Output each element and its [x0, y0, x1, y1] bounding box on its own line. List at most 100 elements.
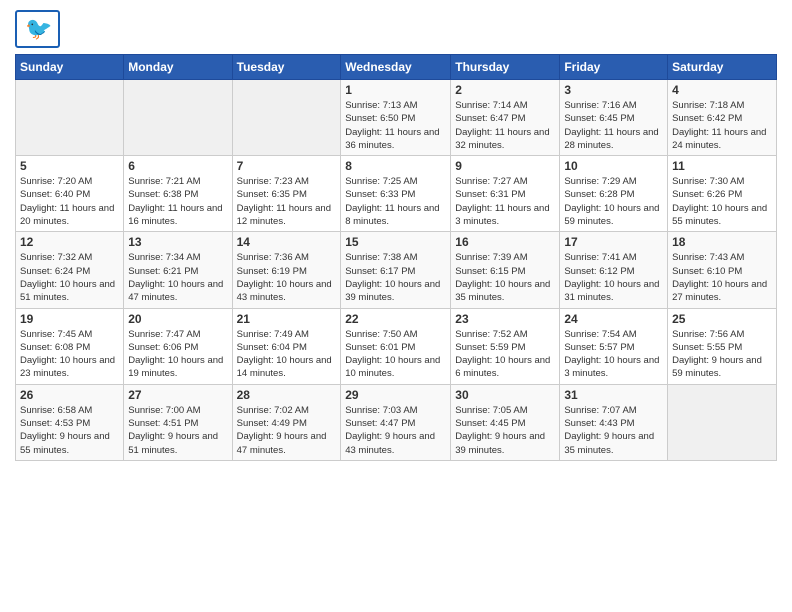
logo: 🐦 — [15, 10, 60, 48]
day-info: Sunrise: 7:30 AMSunset: 6:26 PMDaylight:… — [672, 175, 772, 228]
day-number: 28 — [237, 388, 337, 402]
weekday-header-cell: Tuesday — [232, 55, 341, 80]
day-number: 6 — [128, 159, 227, 173]
calendar-day-cell: 26 Sunrise: 6:58 AMSunset: 4:53 PMDayligh… — [16, 384, 124, 460]
day-info: Sunrise: 7:13 AMSunset: 6:50 PMDaylight:… — [345, 99, 446, 152]
calendar-day-cell: 21 Sunrise: 7:49 AMSunset: 6:04 PMDayligh… — [232, 308, 341, 384]
calendar-table: SundayMondayTuesdayWednesdayThursdayFrid… — [15, 54, 777, 461]
day-number: 30 — [455, 388, 555, 402]
day-number: 15 — [345, 235, 446, 249]
day-info: Sunrise: 7:29 AMSunset: 6:28 PMDaylight:… — [564, 175, 663, 228]
day-info: Sunrise: 7:27 AMSunset: 6:31 PMDaylight:… — [455, 175, 555, 228]
day-number: 23 — [455, 312, 555, 326]
calendar-day-cell: 25 Sunrise: 7:56 AMSunset: 5:55 PMDayligh… — [668, 308, 777, 384]
day-info: Sunrise: 7:00 AMSunset: 4:51 PMDaylight:… — [128, 404, 227, 457]
calendar-week-row: 19Sunrise: 7:45 AMSunset: 6:08 PMDayligh… — [16, 308, 777, 384]
calendar-day-cell: 13 Sunrise: 7:34 AMSunset: 6:21 PMDayligh… — [124, 232, 232, 308]
calendar-day-cell: 18 Sunrise: 7:43 AMSunset: 6:10 PMDayligh… — [668, 232, 777, 308]
day-info: Sunrise: 7:23 AMSunset: 6:35 PMDaylight:… — [237, 175, 337, 228]
day-info: Sunrise: 7:25 AMSunset: 6:33 PMDaylight:… — [345, 175, 446, 228]
day-info: Sunrise: 7:07 AMSunset: 4:43 PMDaylight:… — [564, 404, 663, 457]
day-number: 17 — [564, 235, 663, 249]
calendar-day-cell — [16, 80, 124, 156]
day-info: Sunrise: 7:18 AMSunset: 6:42 PMDaylight:… — [672, 99, 772, 152]
day-number: 10 — [564, 159, 663, 173]
calendar-day-cell: 17 Sunrise: 7:41 AMSunset: 6:12 PMDayligh… — [560, 232, 668, 308]
weekday-header-cell: Sunday — [16, 55, 124, 80]
day-info: Sunrise: 7:16 AMSunset: 6:45 PMDaylight:… — [564, 99, 663, 152]
calendar-day-cell: 28 Sunrise: 7:02 AMSunset: 4:49 PMDayligh… — [232, 384, 341, 460]
day-info: Sunrise: 7:47 AMSunset: 6:06 PMDaylight:… — [128, 328, 227, 381]
calendar-week-row: 1 Sunrise: 7:13 AMSunset: 6:50 PMDaylight… — [16, 80, 777, 156]
day-number: 7 — [237, 159, 337, 173]
calendar-day-cell — [668, 384, 777, 460]
calendar-week-row: 5 Sunrise: 7:20 AMSunset: 6:40 PMDaylight… — [16, 156, 777, 232]
calendar-day-cell: 19Sunrise: 7:45 AMSunset: 6:08 PMDayligh… — [16, 308, 124, 384]
day-info: Sunrise: 7:54 AMSunset: 5:57 PMDaylight:… — [564, 328, 663, 381]
calendar-day-cell — [124, 80, 232, 156]
day-info: Sunrise: 7:03 AMSunset: 4:47 PMDaylight:… — [345, 404, 446, 457]
day-info: Sunrise: 7:43 AMSunset: 6:10 PMDaylight:… — [672, 251, 772, 304]
day-number: 29 — [345, 388, 446, 402]
calendar-day-cell: 4 Sunrise: 7:18 AMSunset: 6:42 PMDaylight… — [668, 80, 777, 156]
calendar-day-cell: 11 Sunrise: 7:30 AMSunset: 6:26 PMDayligh… — [668, 156, 777, 232]
day-number: 22 — [345, 312, 446, 326]
day-number: 24 — [564, 312, 663, 326]
day-number: 14 — [237, 235, 337, 249]
day-number: 26 — [20, 388, 119, 402]
day-info: Sunrise: 7:05 AMSunset: 4:45 PMDaylight:… — [455, 404, 555, 457]
calendar-day-cell: 14 Sunrise: 7:36 AMSunset: 6:19 PMDayligh… — [232, 232, 341, 308]
weekday-header-cell: Saturday — [668, 55, 777, 80]
day-number: 27 — [128, 388, 227, 402]
day-number: 31 — [564, 388, 663, 402]
day-number: 5 — [20, 159, 119, 173]
calendar-day-cell: 29 Sunrise: 7:03 AMSunset: 4:47 PMDayligh… — [341, 384, 451, 460]
day-info: Sunrise: 7:49 AMSunset: 6:04 PMDaylight:… — [237, 328, 337, 381]
weekday-header-row: SundayMondayTuesdayWednesdayThursdayFrid… — [16, 55, 777, 80]
calendar-day-cell: 6 Sunrise: 7:21 AMSunset: 6:38 PMDaylight… — [124, 156, 232, 232]
day-number: 12 — [20, 235, 119, 249]
day-info: Sunrise: 7:52 AMSunset: 5:59 PMDaylight:… — [455, 328, 555, 381]
day-info: Sunrise: 7:39 AMSunset: 6:15 PMDaylight:… — [455, 251, 555, 304]
day-number: 25 — [672, 312, 772, 326]
day-number: 2 — [455, 83, 555, 97]
calendar-day-cell: 9 Sunrise: 7:27 AMSunset: 6:31 PMDaylight… — [451, 156, 560, 232]
day-number: 4 — [672, 83, 772, 97]
calendar-day-cell: 20 Sunrise: 7:47 AMSunset: 6:06 PMDayligh… — [124, 308, 232, 384]
calendar-day-cell — [232, 80, 341, 156]
day-info: Sunrise: 7:14 AMSunset: 6:47 PMDaylight:… — [455, 99, 555, 152]
calendar-day-cell: 8 Sunrise: 7:25 AMSunset: 6:33 PMDaylight… — [341, 156, 451, 232]
calendar-day-cell: 15Sunrise: 7:38 AMSunset: 6:17 PMDayligh… — [341, 232, 451, 308]
day-info: Sunrise: 6:58 AMSunset: 4:53 PMDaylight:… — [20, 404, 119, 457]
day-info: Sunrise: 7:36 AMSunset: 6:19 PMDaylight:… — [237, 251, 337, 304]
day-number: 11 — [672, 159, 772, 173]
day-info: Sunrise: 7:21 AMSunset: 6:38 PMDaylight:… — [128, 175, 227, 228]
calendar-body: 1 Sunrise: 7:13 AMSunset: 6:50 PMDaylight… — [16, 80, 777, 461]
calendar-day-cell: 7 Sunrise: 7:23 AMSunset: 6:35 PMDaylight… — [232, 156, 341, 232]
header: 🐦 — [15, 10, 777, 48]
calendar-day-cell: 30 Sunrise: 7:05 AMSunset: 4:45 PMDayligh… — [451, 384, 560, 460]
day-number: 20 — [128, 312, 227, 326]
day-number: 9 — [455, 159, 555, 173]
day-number: 1 — [345, 83, 446, 97]
day-number: 21 — [237, 312, 337, 326]
day-info: Sunrise: 7:32 AMSunset: 6:24 PMDaylight:… — [20, 251, 119, 304]
day-number: 13 — [128, 235, 227, 249]
calendar-day-cell: 16Sunrise: 7:39 AMSunset: 6:15 PMDayligh… — [451, 232, 560, 308]
calendar-day-cell: 2 Sunrise: 7:14 AMSunset: 6:47 PMDaylight… — [451, 80, 560, 156]
day-number: 3 — [564, 83, 663, 97]
day-number: 8 — [345, 159, 446, 173]
day-number: 18 — [672, 235, 772, 249]
day-info: Sunrise: 7:34 AMSunset: 6:21 PMDaylight:… — [128, 251, 227, 304]
calendar-day-cell: 31 Sunrise: 7:07 AMSunset: 4:43 PMDayligh… — [560, 384, 668, 460]
weekday-header-cell: Monday — [124, 55, 232, 80]
calendar-day-cell: 22 Sunrise: 7:50 AMSunset: 6:01 PMDayligh… — [341, 308, 451, 384]
day-info: Sunrise: 7:56 AMSunset: 5:55 PMDaylight:… — [672, 328, 772, 381]
calendar-week-row: 26 Sunrise: 6:58 AMSunset: 4:53 PMDayligh… — [16, 384, 777, 460]
day-info: Sunrise: 7:02 AMSunset: 4:49 PMDaylight:… — [237, 404, 337, 457]
weekday-header-cell: Thursday — [451, 55, 560, 80]
day-info: Sunrise: 7:50 AMSunset: 6:01 PMDaylight:… — [345, 328, 446, 381]
day-info: Sunrise: 7:45 AMSunset: 6:08 PMDaylight:… — [20, 328, 119, 381]
day-info: Sunrise: 7:41 AMSunset: 6:12 PMDaylight:… — [564, 251, 663, 304]
day-info: Sunrise: 7:20 AMSunset: 6:40 PMDaylight:… — [20, 175, 119, 228]
